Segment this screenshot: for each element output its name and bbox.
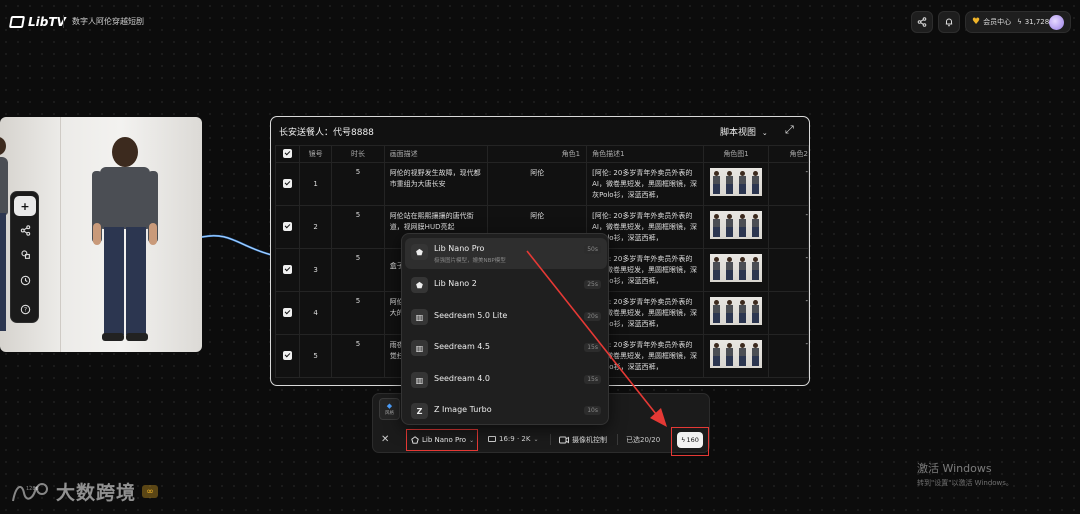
annotation-arrow — [526, 250, 667, 427]
windows-activation-notice: 激活 Windows 转到"设置"以激活 Windows。 — [917, 460, 1013, 488]
activation-subtitle: 转到"设置"以激活 Windows。 — [917, 479, 1013, 487]
watermark-badge: 1288 — [26, 486, 39, 492]
infinity-icon: ∞ — [142, 485, 159, 498]
activation-title: 激活 Windows — [917, 462, 992, 475]
watermark-text: 大数跨境 — [56, 482, 137, 504]
